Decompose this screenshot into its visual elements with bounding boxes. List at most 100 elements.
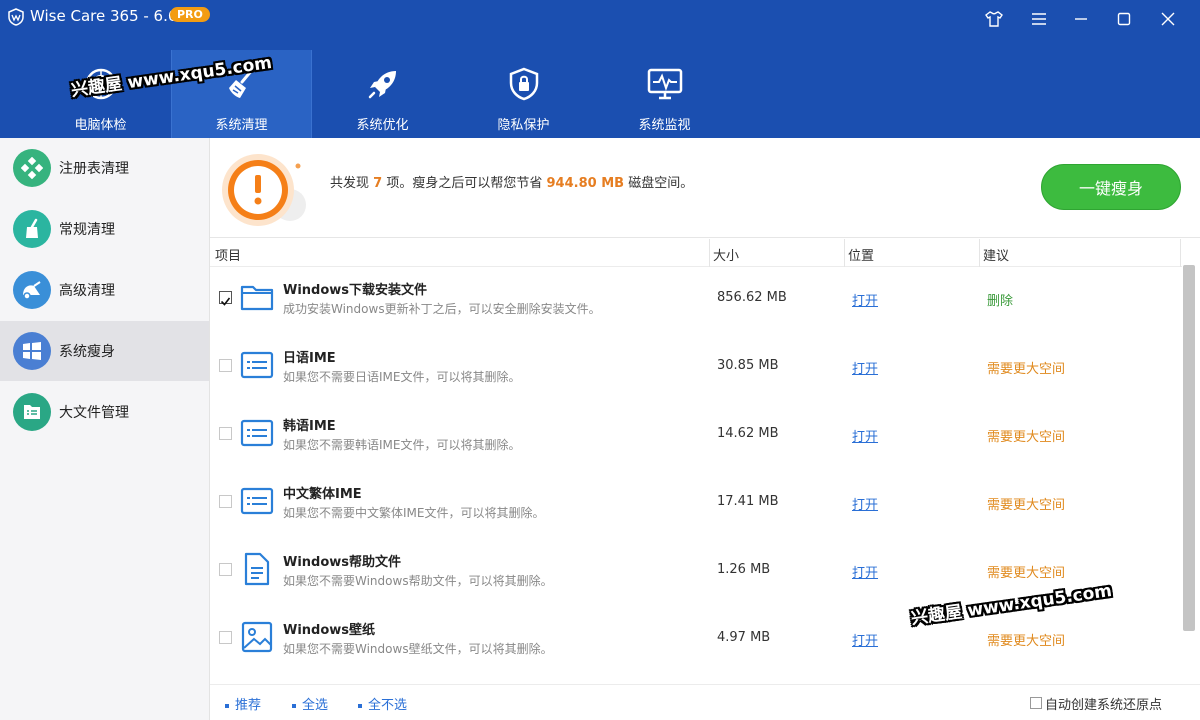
row-size: 856.62 MB [717, 290, 787, 305]
document-icon [244, 552, 270, 586]
select-all-link[interactable]: 全选 [292, 694, 328, 713]
sidebar-item-label: 大文件管理 [59, 405, 129, 421]
nav-label: 电脑体检 [74, 118, 127, 133]
folder-icon [240, 285, 274, 311]
row-name: Windows壁纸 [283, 623, 376, 638]
table-row[interactable]: Windows壁纸 如果您不需要Windows壁纸文件，可以将其删除。 4.97… [210, 608, 1182, 676]
app-logo-icon [8, 8, 24, 26]
row-advice: 需要更大空间 [987, 634, 1066, 649]
column-divider[interactable] [709, 239, 710, 267]
table-row[interactable]: 中文繁体IME 如果您不需要中文繁体IME文件，可以将其删除。 17.41 MB… [210, 472, 1182, 540]
summary-panel: 共发现 7 项。瘦身之后可以帮您节省 944.80 MB 磁盘空间。 一键瘦身 [210, 138, 1200, 238]
restore-point-checkbox[interactable] [1030, 697, 1042, 709]
sidebar-item-label: 高级清理 [59, 283, 115, 299]
row-checkbox[interactable] [219, 427, 232, 440]
row-name: 日语IME [283, 351, 336, 366]
row-description: 成功安装Windows更新补丁之后，可以安全删除安装文件。 [283, 302, 601, 316]
summary-suffix: 磁盘空间。 [628, 176, 694, 191]
maximize-icon [1117, 12, 1131, 26]
nav-label: 系统优化 [356, 118, 409, 133]
open-location-link[interactable]: 打开 [852, 290, 878, 309]
column-header-item[interactable]: 项目 [215, 245, 241, 264]
table-row[interactable]: Windows下载安装文件 成功安装Windows更新补丁之后，可以安全删除安装… [210, 268, 1182, 336]
row-size: 30.85 MB [717, 358, 779, 373]
found-count: 7 [373, 176, 383, 191]
nav-monitor[interactable]: 系统监视 [594, 50, 735, 138]
table-row[interactable]: 韩语IME 如果您不需要韩语IME文件，可以将其删除。 14.62 MB 打开 … [210, 404, 1182, 472]
row-size: 4.97 MB [717, 630, 771, 645]
row-checkbox[interactable] [219, 631, 232, 644]
hamburger-icon [1032, 13, 1046, 25]
close-icon [1161, 12, 1175, 26]
row-description: 如果您不需要日语IME文件，可以将其删除。 [283, 370, 521, 384]
shield-lock-icon [506, 66, 542, 102]
sidebar-item-registry[interactable]: 注册表清理 [0, 138, 209, 198]
table-row[interactable]: 日语IME 如果您不需要日语IME文件，可以将其删除。 30.85 MB 打开 … [210, 336, 1182, 404]
title-bar: Wise Care 365 - 6.6.3 PRO [0, 0, 1200, 36]
nav-optimize[interactable]: 系统优化 [312, 50, 453, 138]
windows-icon [13, 332, 51, 370]
row-advice: 需要更大空间 [987, 362, 1066, 377]
app-title: Wise Care 365 - 6.6.3 [30, 7, 192, 25]
open-location-link[interactable]: 打开 [852, 494, 878, 513]
sidebar-item-large-files[interactable]: 大文件管理 [0, 382, 209, 442]
maximize-button[interactable] [1111, 6, 1137, 32]
keyboard-icon [240, 487, 274, 515]
row-name: Windows下载安装文件 [283, 283, 428, 298]
row-description: 如果您不需要Windows帮助文件，可以将其删除。 [283, 574, 553, 588]
vacuum-icon [13, 271, 51, 309]
menu-button[interactable] [1026, 6, 1052, 32]
column-divider[interactable] [979, 239, 980, 267]
pro-badge: PRO [170, 7, 210, 22]
nav-privacy[interactable]: 隐私保护 [453, 50, 594, 138]
row-checkbox[interactable] [219, 359, 232, 372]
skin-button[interactable] [981, 6, 1007, 32]
close-button[interactable] [1155, 6, 1181, 32]
minimize-icon [1075, 18, 1087, 20]
recommend-label: 推荐 [235, 698, 262, 713]
footer-bar: 推荐 全选 全不选 自动创建系统还原点 [210, 684, 1200, 720]
row-checkbox[interactable] [219, 563, 232, 576]
image-icon [241, 621, 273, 653]
select-none-link[interactable]: 全不选 [358, 694, 407, 713]
sidebar-item-advanced-clean[interactable]: 高级清理 [0, 260, 209, 320]
sidebar-item-system-slim[interactable]: 系统瘦身 [0, 321, 209, 381]
nav-label: 隐私保护 [497, 118, 550, 133]
row-advice: 需要更大空间 [987, 430, 1066, 445]
row-description: 如果您不需要中文繁体IME文件，可以将其删除。 [283, 506, 545, 520]
sidebar-item-regular-clean[interactable]: 常规清理 [0, 199, 209, 259]
minimize-button[interactable] [1068, 6, 1094, 32]
column-header-location[interactable]: 位置 [848, 245, 874, 264]
row-name: 中文繁体IME [283, 487, 362, 502]
column-header-size[interactable]: 大小 [713, 245, 739, 264]
one-click-slim-button[interactable]: 一键瘦身 [1041, 164, 1181, 210]
restore-point-label[interactable]: 自动创建系统还原点 [1045, 694, 1162, 713]
checkmark-icon [220, 297, 231, 306]
tshirt-icon [985, 11, 1003, 27]
row-advice: 需要更大空间 [987, 566, 1066, 581]
open-location-link[interactable]: 打开 [852, 630, 878, 649]
summary-prefix: 共发现 [330, 176, 370, 191]
open-location-link[interactable]: 打开 [852, 358, 878, 377]
row-name: Windows帮助文件 [283, 555, 402, 570]
nav-label: 系统清理 [215, 118, 268, 133]
broom-icon [13, 210, 51, 248]
row-size: 17.41 MB [717, 494, 779, 509]
warning-icon [222, 154, 306, 226]
summary-middle: 项。瘦身之后可以帮您节省 [386, 176, 543, 191]
vertical-scrollbar[interactable] [1183, 265, 1195, 631]
sidebar-item-label: 系统瘦身 [59, 344, 115, 360]
row-checkbox[interactable] [219, 495, 232, 508]
row-checkbox[interactable] [219, 291, 232, 306]
rocket-icon [365, 66, 401, 102]
summary-text: 共发现 7 项。瘦身之后可以帮您节省 944.80 MB 磁盘空间。 [330, 172, 693, 191]
row-advice: 删除 [987, 294, 1014, 309]
column-header-advice[interactable]: 建议 [983, 245, 1009, 264]
column-divider[interactable] [844, 239, 845, 267]
open-location-link[interactable]: 打开 [852, 562, 878, 581]
sidebar-item-label: 常规清理 [59, 222, 115, 238]
recommend-link[interactable]: 推荐 [225, 694, 261, 713]
open-location-link[interactable]: 打开 [852, 426, 878, 445]
row-name: 韩语IME [283, 419, 336, 434]
keyboard-icon [240, 419, 274, 447]
